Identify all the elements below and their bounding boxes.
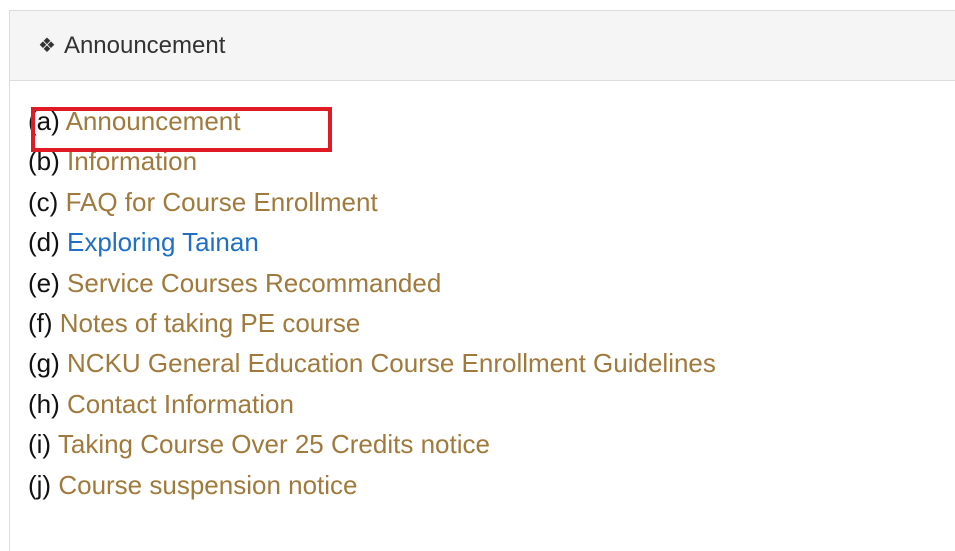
item-prefix: (b) <box>28 146 60 177</box>
panel-header: ❖ Announcement <box>10 11 955 81</box>
item-prefix: (h) <box>28 388 60 419</box>
link-contact-information[interactable]: Contact Information <box>67 389 294 419</box>
item-prefix: (c) <box>28 186 59 217</box>
diamond-bullet-icon: ❖ <box>38 34 56 57</box>
link-general-education-guidelines[interactable]: NCKU General Education Course Enrollment… <box>67 348 716 378</box>
list-item: (c) FAQ for Course Enrollment <box>28 182 716 222</box>
list-item: (h) Contact Information <box>28 384 716 424</box>
list-item: (b) Information <box>28 141 716 181</box>
item-prefix: (a) <box>28 106 60 136</box>
link-exploring-tainan[interactable]: Exploring Tainan <box>67 227 259 257</box>
list-item: (f) Notes of taking PE course <box>28 303 716 343</box>
link-pe-course-notes[interactable]: Notes of taking PE course <box>60 308 361 338</box>
item-prefix: (e) <box>28 267 60 298</box>
list-item: (i) Taking Course Over 25 Credits notice <box>28 424 716 464</box>
link-announcement[interactable]: Announcement <box>66 106 241 136</box>
announcement-link-list: (a) Announcement (b) Information (c) FAQ… <box>28 101 716 505</box>
item-prefix: (g) <box>28 348 60 379</box>
item-prefix: (i) <box>28 429 52 460</box>
list-item: (g) NCKU General Education Course Enroll… <box>28 343 716 383</box>
panel-title: Announcement <box>63 31 226 59</box>
link-service-courses[interactable]: Service Courses Recommanded <box>67 268 441 298</box>
link-faq-course-enrollment[interactable]: FAQ for Course Enrollment <box>66 187 378 217</box>
list-item: (d) Exploring Tainan <box>28 222 716 262</box>
list-item: (e) Service Courses Recommanded <box>28 263 716 303</box>
list-item: (a) Announcement <box>28 101 716 141</box>
link-information[interactable]: Information <box>67 146 197 176</box>
list-item: (j) Course suspension notice <box>28 465 716 505</box>
item-prefix: (d) <box>28 227 60 258</box>
link-course-suspension-notice[interactable]: Course suspension notice <box>58 470 357 500</box>
item-prefix: (f) <box>28 307 53 338</box>
link-over-25-credits-notice[interactable]: Taking Course Over 25 Credits notice <box>58 429 490 459</box>
item-prefix: (j) <box>28 469 52 500</box>
